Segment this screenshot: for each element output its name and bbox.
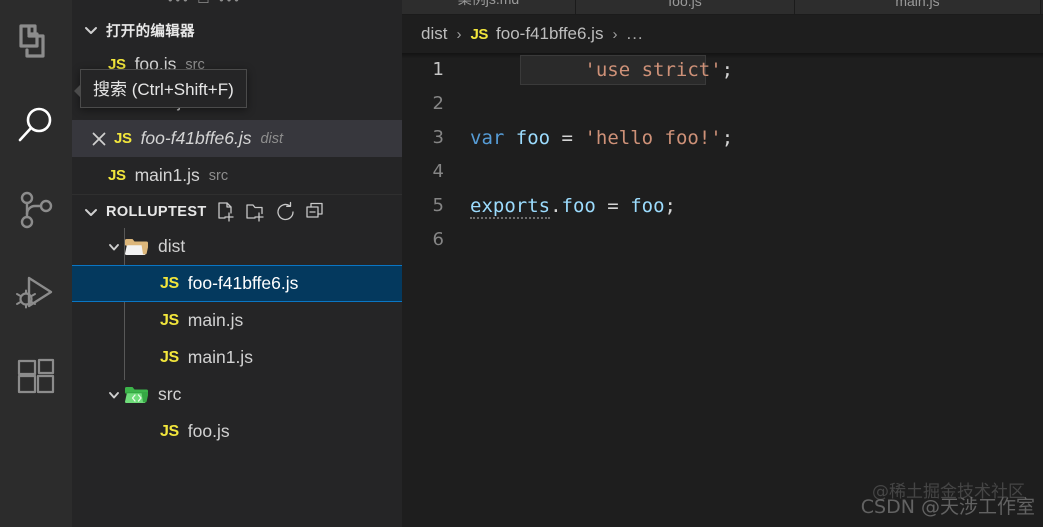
open-editor-item[interactable]: JS main1.js src [72, 157, 402, 194]
chevron-down-icon [82, 21, 100, 39]
open-editor-name: foo-f41bffe6.js [140, 128, 252, 148]
activity-item-run-debug[interactable] [0, 252, 72, 336]
open-editor-description: src [208, 167, 229, 184]
js-file-icon: JS [160, 348, 179, 366]
tree-row-file-main[interactable]: JS main.js [72, 302, 402, 339]
editor-tabs: 案例js.md foo.js main.js [402, 0, 1043, 15]
open-editor-description: dist [260, 130, 284, 147]
open-editors-title: 打开的编辑器 [106, 23, 195, 40]
js-file-icon: JS [160, 422, 179, 440]
tab-label: foo.js [668, 0, 702, 9]
new-folder-icon[interactable] [243, 199, 269, 225]
code-token: = [595, 195, 631, 217]
partial-row-text: ••• ▭ ••• [168, 0, 242, 8]
code-token: exports [470, 195, 551, 219]
line-content: var foo = 'hello foo!'; [470, 121, 733, 155]
code-line: 6 [402, 223, 1043, 257]
folder-src-icon [124, 384, 150, 406]
js-file-icon: JS [114, 130, 132, 147]
new-file-icon[interactable] [213, 199, 239, 225]
tab-label: 案例js.md [458, 0, 519, 9]
code-line: 1 'use strict'; [402, 53, 1043, 87]
editor-tab[interactable]: 案例js.md [402, 0, 576, 14]
activity-bar [0, 0, 72, 527]
refresh-explorer-icon[interactable] [273, 199, 299, 225]
code-token: foo [515, 127, 551, 149]
line-number: 5 [432, 195, 444, 216]
tree-label: foo-f41bffe6.js [187, 273, 299, 293]
tree-label: dist [158, 236, 186, 256]
breadcrumb-folder[interactable]: dist [421, 24, 447, 44]
js-file-icon: JS [160, 274, 179, 292]
tree-label: main1.js [187, 347, 253, 367]
line-number: 1 [432, 59, 444, 80]
code-editor[interactable]: 1 'use strict'; 2 3 var foo = 'hello foo… [402, 53, 1043, 257]
code-token: = [550, 127, 585, 149]
line-number: 2 [432, 93, 444, 114]
tree-label: src [158, 384, 182, 404]
code-token: ; [721, 59, 734, 81]
code-token: 'hello foo!' [584, 127, 722, 149]
vscode-window: ••• ▭ ••• 打开的编辑器 JS foo.js src JS main.j… [0, 0, 1043, 527]
code-token: var [470, 127, 505, 149]
source-control-icon [15, 189, 57, 231]
explorer-header-actions [213, 199, 329, 225]
chevron-right-icon: › [456, 25, 462, 43]
tree-label: foo.js [187, 421, 230, 441]
code-line: 3 var foo = 'hello foo!'; [402, 121, 1043, 155]
collapse-folders-icon[interactable] [303, 199, 329, 225]
code-line: 2 [402, 87, 1043, 121]
activity-item-source-control[interactable] [0, 168, 72, 252]
file-tree: dist JS foo-f41bffe6.js JS main.js JS ma… [72, 228, 402, 450]
open-editor-name: main1.js [134, 165, 200, 185]
search-tooltip: 搜索 (Ctrl+Shift+F) [74, 69, 247, 108]
tree-row-file-foo-f41bffe6[interactable]: JS foo-f41bffe6.js [72, 265, 402, 302]
code-token: foo [561, 195, 596, 217]
code-token: ; [664, 195, 676, 217]
chevron-down-icon [104, 385, 124, 405]
tree-row-file-main1[interactable]: JS main1.js [72, 339, 402, 376]
tree-row-folder-src[interactable]: src [72, 376, 402, 413]
run-debug-icon [14, 272, 58, 316]
code-token: . [550, 195, 562, 217]
editor-area: 案例js.md foo.js main.js dist › JS foo-f41… [402, 0, 1043, 527]
tooltip-text: 搜索 (Ctrl+Shift+F) [93, 80, 234, 99]
watermark-top: @稀土掘金技术社区 [872, 482, 1025, 502]
folder-dist-icon [124, 236, 150, 258]
tab-label: main.js [895, 0, 940, 9]
close-icon[interactable] [88, 128, 110, 150]
line-content: exports.foo = foo; [470, 189, 676, 223]
js-file-icon: JS [160, 311, 179, 329]
tree-row-folder-dist[interactable]: dist [72, 228, 402, 265]
sidebar-partial-top-row: ••• ▭ ••• [72, 0, 402, 14]
js-file-icon: JS [108, 167, 126, 184]
activity-item-search[interactable] [0, 84, 72, 168]
tree-row-file-foo[interactable]: JS foo.js [72, 413, 402, 450]
code-token: ; [721, 127, 734, 149]
tree-label: main.js [187, 310, 244, 330]
editor-tab[interactable]: main.js [795, 0, 1041, 14]
extensions-icon [15, 357, 57, 399]
code-line: 4 [402, 155, 1043, 189]
chevron-down-icon [82, 203, 100, 221]
code-line: 5 exports.foo = foo; [402, 189, 1043, 223]
code-token: 'use strict' [584, 59, 722, 81]
open-editors-header[interactable]: 打开的编辑器 [72, 14, 402, 46]
explorer-title: ROLLUPTEST [106, 203, 207, 220]
line-number: 3 [432, 127, 444, 148]
watermark-bottom: CSDN @天涉工作室 [860, 496, 1035, 518]
search-icon [14, 104, 58, 148]
line-number: 6 [432, 229, 444, 250]
activity-item-explorer[interactable] [0, 0, 72, 84]
line-number: 4 [432, 161, 444, 182]
explorer-icon [16, 22, 56, 62]
chevron-down-icon [104, 237, 124, 257]
editor-tab[interactable]: foo.js [576, 0, 795, 14]
open-editor-item-active[interactable]: JS foo-f41bffe6.js dist [72, 120, 402, 157]
activity-item-extensions[interactable] [0, 336, 72, 420]
explorer-section-header[interactable]: ROLLUPTEST [72, 194, 402, 228]
side-bar: ••• ▭ ••• 打开的编辑器 JS foo.js src JS main.j… [72, 0, 402, 527]
code-token: foo [630, 195, 665, 217]
